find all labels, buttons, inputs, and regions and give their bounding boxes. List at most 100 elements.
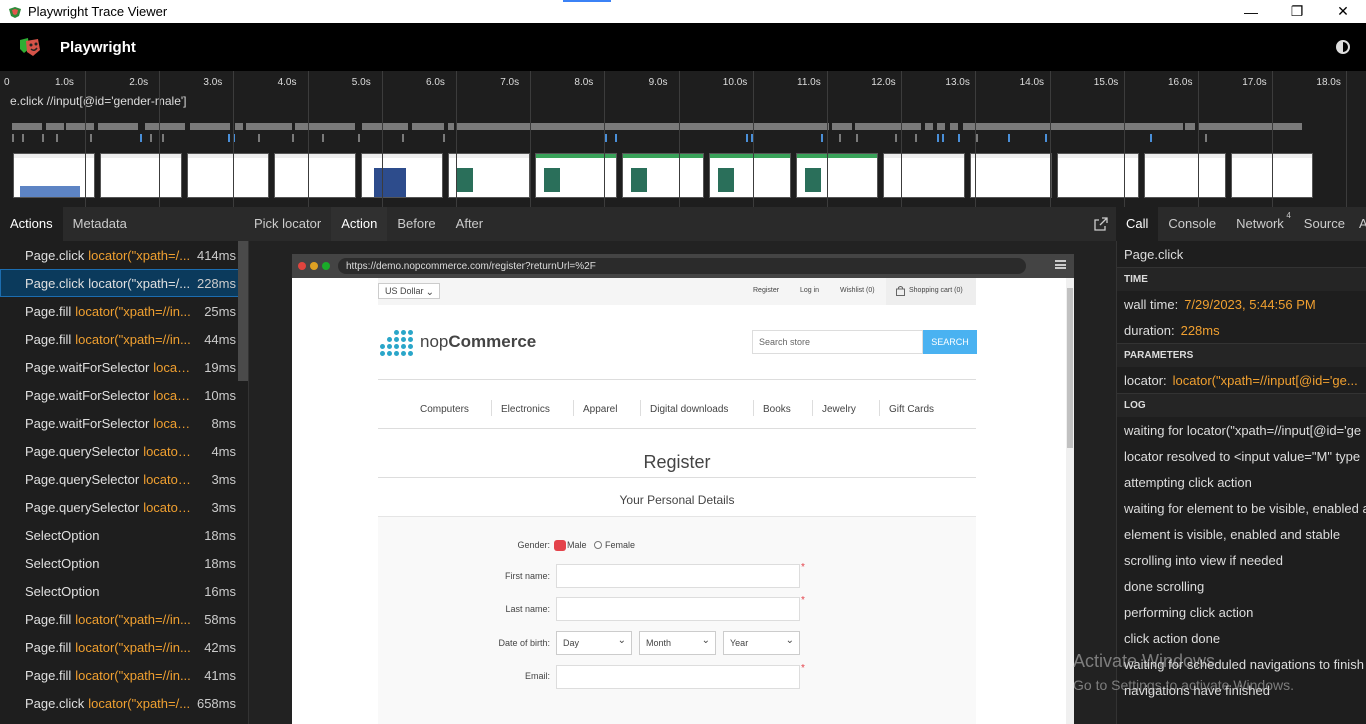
filmstrip-frame[interactable]: [448, 153, 530, 198]
action-row[interactable]: Page.fill locator("xpath=//in... 42ms: [0, 633, 248, 661]
nav-item[interactable]: Jewelry: [822, 404, 856, 415]
action-row[interactable]: SelectOption 16ms: [0, 577, 248, 605]
action-row[interactable]: Page.fill locator("xpath=//in... 25ms: [0, 297, 248, 325]
register-link[interactable]: Register: [753, 287, 779, 294]
filmstrip-frame[interactable]: [883, 153, 965, 198]
timeline-action-bar[interactable]: [98, 123, 138, 130]
timeline-action-bar[interactable]: [950, 123, 958, 130]
dob-year-select[interactable]: Year: [723, 631, 800, 655]
male-radio[interactable]: [554, 540, 566, 551]
timeline-action-bar[interactable]: [457, 123, 829, 130]
action-row[interactable]: Page.waitForSelectorlocator... 19ms: [0, 353, 248, 381]
wishlist-link[interactable]: Wishlist (0): [840, 287, 875, 294]
dob-month-select[interactable]: Month: [639, 631, 716, 655]
tab-actions[interactable]: Actions: [0, 207, 63, 241]
filmstrip-frame[interactable]: [1144, 153, 1226, 198]
filmstrip-frame[interactable]: [100, 153, 182, 198]
theme-toggle-icon[interactable]: [1336, 40, 1350, 54]
tab-more[interactable]: A: [1355, 207, 1366, 241]
tab-before[interactable]: Before: [387, 207, 445, 241]
action-row[interactable]: Page.querySelectorlocator("x... 3ms: [0, 465, 248, 493]
filmstrip-frame[interactable]: [274, 153, 356, 198]
action-row[interactable]: Page.waitForSelectorlocator... 10ms: [0, 381, 248, 409]
timeline-action-bar[interactable]: [412, 123, 444, 130]
window-titlebar: Playwright Trace Viewer — ❐ ✕: [0, 0, 1366, 23]
frame-topbar: [14, 154, 94, 158]
timeline-action-bar[interactable]: [925, 123, 933, 130]
tab-call[interactable]: Call: [1116, 207, 1159, 241]
filmstrip-frame[interactable]: [709, 153, 791, 198]
timeline-action-bar[interactable]: [832, 123, 852, 130]
filmstrip-frame[interactable]: [796, 153, 878, 198]
nav-item[interactable]: Books: [763, 404, 791, 415]
timeline-action-bar[interactable]: [937, 123, 945, 130]
timeline-action-bar[interactable]: [1198, 123, 1302, 130]
email-input[interactable]: [556, 665, 800, 689]
currency-select[interactable]: US Dollar: [378, 283, 440, 299]
filmstrip-frame[interactable]: [13, 153, 95, 198]
snapshot-scroll-thumb[interactable]: [1067, 288, 1073, 448]
dob-day-select[interactable]: Day: [556, 631, 632, 655]
nav-item[interactable]: Gift Cards: [889, 404, 934, 415]
action-row[interactable]: SelectOption 18ms: [0, 521, 248, 549]
frame-topbar: [797, 154, 877, 158]
action-row[interactable]: Page.click locator("xpath=/... 414ms: [0, 241, 248, 269]
tab-after[interactable]: After: [446, 207, 493, 241]
search-button[interactable]: SEARCH: [923, 330, 977, 354]
timeline-action-bar[interactable]: [246, 123, 292, 130]
tab-source[interactable]: Source: [1294, 207, 1355, 241]
action-row[interactable]: Page.fill locator("xpath=//in... 44ms: [0, 325, 248, 353]
timeline-action-bar[interactable]: [46, 123, 64, 130]
filmstrip-frame[interactable]: [187, 153, 269, 198]
timeline-action-bar[interactable]: [12, 123, 42, 130]
nav-item[interactable]: Apparel: [583, 404, 617, 415]
timeline-action-bar[interactable]: [1185, 123, 1195, 130]
tab-pick-locator[interactable]: Pick locator: [249, 207, 331, 241]
timeline-action-bar[interactable]: [235, 123, 243, 130]
timeline-action-bar[interactable]: [190, 123, 230, 130]
filmstrip-frame[interactable]: [970, 153, 1052, 198]
timeline-action-bar[interactable]: [145, 123, 185, 130]
close-button[interactable]: ✕: [1320, 0, 1366, 23]
hamburger-menu-icon[interactable]: [1055, 260, 1066, 269]
female-radio[interactable]: [594, 541, 602, 549]
tab-action[interactable]: Action: [331, 207, 388, 241]
filmstrip-frame[interactable]: [622, 153, 704, 198]
action-row[interactable]: Page.fill locator("xpath=//in... 41ms: [0, 661, 248, 689]
action-row[interactable]: Page.click locator("xpath=/... 228ms: [0, 269, 248, 297]
action-row[interactable]: Page.fill locator("xpath=//in... 58ms: [0, 605, 248, 633]
site-logo-text[interactable]: nopCommerce: [420, 332, 536, 352]
actions-scrollbar[interactable]: [238, 241, 248, 381]
login-link[interactable]: Log in: [800, 287, 819, 294]
timeline-action-bar[interactable]: [295, 123, 355, 130]
nav-item[interactable]: Electronics: [501, 404, 550, 415]
action-row[interactable]: Page.waitForSelectorlocator(... 8ms: [0, 409, 248, 437]
filmstrip-frame[interactable]: [361, 153, 443, 198]
tab-metadata[interactable]: Metadata: [63, 207, 137, 241]
nav-item[interactable]: Digital downloads: [650, 404, 728, 415]
timeline-action-bar[interactable]: [448, 123, 454, 130]
action-row[interactable]: Page.querySelectorlocator("x... 3ms: [0, 493, 248, 521]
url-bar[interactable]: https://demo.nopcommerce.com/register?re…: [338, 258, 1026, 274]
open-external-icon[interactable]: [1094, 217, 1108, 231]
timeline[interactable]: 0 1.0s 2.0s 3.0s 4.0s 5.0s 6.0s 7.0s 8.0s 9.0s 10.…: [0, 71, 1366, 207]
action-row[interactable]: Page.click locator("xpath=/... 658ms: [0, 689, 248, 717]
last-name-input[interactable]: [556, 597, 800, 621]
actions-list[interactable]: Page.click locator("xpath=/... 414ms Page.c…: [0, 241, 249, 724]
filmstrip-frame[interactable]: [1057, 153, 1139, 198]
first-name-input[interactable]: [556, 564, 800, 588]
minimize-button[interactable]: —: [1228, 0, 1274, 23]
restore-button[interactable]: ❐: [1274, 0, 1320, 23]
timeline-action-bar[interactable]: [66, 123, 94, 130]
tab-network[interactable]: Network 4: [1226, 207, 1294, 241]
nav-item[interactable]: Computers: [420, 404, 469, 415]
timeline-action-bar[interactable]: [855, 123, 921, 130]
action-row[interactable]: SelectOption 18ms: [0, 549, 248, 577]
search-input[interactable]: Search store: [752, 330, 923, 354]
timeline-action-bar[interactable]: [362, 123, 408, 130]
cart-link[interactable]: Shopping cart (0): [909, 287, 963, 294]
tab-console[interactable]: Console: [1158, 207, 1226, 241]
title-divider: [378, 477, 976, 478]
timeline-action-bar[interactable]: [963, 123, 1183, 130]
action-row[interactable]: Page.querySelectorlocator("x... 4ms: [0, 437, 248, 465]
